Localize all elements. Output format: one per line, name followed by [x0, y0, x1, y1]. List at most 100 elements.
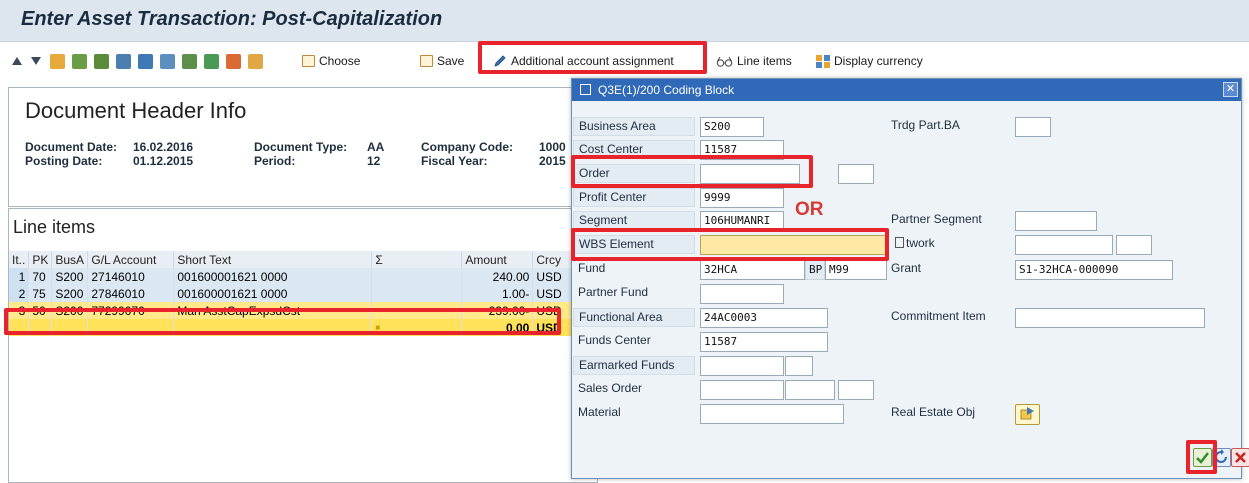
filter-icon[interactable]: [138, 53, 153, 69]
toolbar-icon-group: [12, 52, 270, 70]
column-header-amount[interactable]: Amount: [461, 251, 534, 268]
highlight-wbs-element: [571, 228, 889, 261]
material-field[interactable]: [700, 404, 844, 424]
cell-sum: [371, 268, 463, 285]
network-activity-field[interactable]: [1116, 235, 1152, 255]
currency-icon: [816, 54, 830, 68]
dialog-titlebar: Q3E(1)/200 Coding Block ✕: [572, 79, 1241, 101]
earmarked-funds-item-field[interactable]: [785, 356, 813, 376]
cell-gl-account: 27846010: [87, 285, 175, 302]
cell-amount: 240.00: [461, 268, 534, 285]
functional-area-field[interactable]: 24AC0003: [700, 308, 828, 328]
layout-icon[interactable]: [248, 53, 263, 69]
choose-button[interactable]: Choose: [302, 50, 360, 72]
period-value: 12: [367, 154, 381, 168]
network-label-text: twork: [906, 236, 935, 250]
partner-segment-field[interactable]: [1015, 211, 1097, 231]
cell-item: 2: [9, 285, 30, 302]
order-extra-field[interactable]: [838, 164, 874, 184]
f4-help-icon[interactable]: [895, 237, 904, 248]
fund-label: Fund: [578, 261, 606, 275]
sales-order-schedule-field[interactable]: [838, 380, 874, 400]
dialog-title: Q3E(1)/200 Coding Block: [598, 83, 735, 97]
fund-field[interactable]: 32HCA: [700, 260, 805, 280]
real-estate-icon[interactable]: [1015, 404, 1040, 425]
funds-center-field[interactable]: 11587: [700, 332, 828, 352]
cell-pk: 70: [28, 268, 53, 285]
document-date-label: Document Date:: [25, 140, 118, 154]
column-header-item[interactable]: It..: [9, 251, 30, 268]
table-header-row: It.. PK BusA G/L Account Short Text Σ Am…: [9, 251, 581, 268]
period-label: Period:: [254, 154, 296, 168]
partner-fund-field[interactable]: [700, 284, 784, 304]
cancel-x-icon: [1235, 452, 1246, 463]
cell-item: 1: [9, 268, 30, 285]
highlight-order: [571, 155, 813, 188]
posting-date-value: 01.12.2015: [133, 154, 194, 168]
sort-descending-icon[interactable]: [116, 53, 131, 69]
commitment-item-field[interactable]: [1015, 308, 1205, 328]
close-icon[interactable]: ✕: [1223, 82, 1238, 97]
partner-fund-label: Partner Fund: [578, 285, 649, 299]
subtotal-icon[interactable]: [226, 53, 241, 69]
find-icon[interactable]: [72, 53, 87, 69]
cell-gl-account: 27146010: [87, 268, 175, 285]
document-type-label: Document Type:: [254, 140, 348, 154]
cell-short-text: 001600001621 0000: [173, 268, 373, 285]
column-header-short-text[interactable]: Short Text: [173, 251, 373, 268]
business-area-field[interactable]: S200: [700, 117, 764, 137]
cell-amount: 1.00-: [461, 285, 534, 302]
sales-order-field[interactable]: [700, 380, 784, 400]
real-estate-arrow-icon: [1020, 407, 1034, 420]
details-icon[interactable]: [50, 53, 65, 69]
document-type-value: AA: [367, 140, 385, 154]
cell-pk: 75: [28, 285, 53, 302]
cell-busa: S200: [51, 268, 89, 285]
collapse-icon[interactable]: [182, 53, 197, 69]
earmarked-funds-field[interactable]: [700, 356, 784, 376]
scroll-up-icon[interactable]: [12, 57, 22, 65]
column-header-sum[interactable]: Σ: [371, 251, 463, 268]
line-items-button[interactable]: Line items: [716, 50, 792, 72]
sum-icon[interactable]: [204, 53, 219, 69]
cancel-button[interactable]: [1231, 448, 1249, 467]
bp-label: BP: [805, 260, 825, 280]
save-button[interactable]: Save: [420, 50, 464, 72]
display-currency-label: Display currency: [834, 54, 923, 68]
business-area-label: Business Area: [573, 117, 695, 136]
sort-ascending-icon[interactable]: [94, 53, 109, 69]
material-label: Material: [578, 405, 621, 419]
sales-order-label: Sales Order: [578, 381, 643, 395]
profit-center-field[interactable]: 9999: [700, 188, 784, 208]
glasses-icon: [716, 56, 733, 67]
or-annotation: OR: [795, 199, 824, 220]
functional-area-label: Functional Area: [573, 308, 695, 327]
scroll-down-icon[interactable]: [31, 57, 41, 65]
sales-order-item-field[interactable]: [785, 380, 835, 400]
fiscal-year-label: Fiscal Year:: [421, 154, 488, 168]
cell-sum: [371, 285, 463, 302]
column-header-busa[interactable]: BusA: [51, 251, 89, 268]
column-header-pk[interactable]: PK: [28, 251, 53, 268]
bp-field[interactable]: M99: [825, 260, 887, 280]
network-field[interactable]: [1015, 235, 1113, 255]
partner-segment-label: Partner Segment: [891, 212, 982, 226]
column-header-gl-account[interactable]: G/L Account: [87, 251, 175, 268]
fiscal-year-value: 2015: [539, 154, 566, 168]
real-estate-label: Real Estate Obj: [891, 405, 976, 419]
display-currency-button[interactable]: Display currency: [815, 50, 923, 72]
highlight-confirm-button: [1186, 440, 1217, 474]
document-header-title: Document Header Info: [25, 98, 247, 123]
document-date-value: 16.02.2016: [133, 140, 194, 154]
trdg-part-ba-field[interactable]: [1015, 117, 1051, 137]
funds-center-label: Funds Center: [578, 333, 651, 347]
grant-field[interactable]: S1-32HCA-000090: [1015, 260, 1173, 280]
table-row[interactable]: 1 70 S200 27146010 001600001621 0000 240…: [9, 268, 581, 285]
dialog-window-icon: [580, 84, 591, 95]
save-label: Save: [437, 54, 465, 68]
posting-date-label: Posting Date:: [25, 154, 103, 168]
expand-icon[interactable]: [160, 53, 175, 69]
choose-label: Choose: [319, 54, 361, 68]
table-row[interactable]: 2 75 S200 27846010 001600001621 0000 1.0…: [9, 285, 581, 302]
commitment-item-label: Commitment Item: [891, 309, 986, 323]
